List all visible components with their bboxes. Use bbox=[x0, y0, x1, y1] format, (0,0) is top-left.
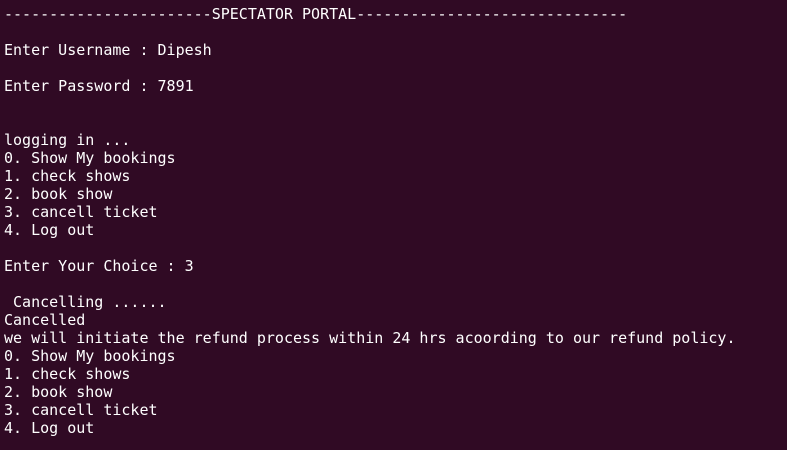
menu-option-book-show: 2. book show bbox=[4, 185, 113, 203]
menu-option-show-bookings: 0. Show My bookings bbox=[4, 149, 176, 167]
login-status: logging in ... bbox=[4, 131, 131, 149]
portal-header: -----------------------SPECTATOR PORTAL-… bbox=[4, 5, 628, 23]
menu-option-book-show-2: 2. book show bbox=[4, 383, 113, 401]
menu-option-cancel-ticket-2: 3. cancell ticket bbox=[4, 401, 158, 419]
cancelled-status: Cancelled bbox=[4, 311, 86, 329]
refund-message: we will initiate the refund process with… bbox=[4, 329, 736, 347]
username-prompt: Enter Username : Dipesh bbox=[4, 41, 212, 59]
menu-option-log-out: 4. Log out bbox=[4, 221, 95, 239]
password-prompt: Enter Password : 7891 bbox=[4, 77, 194, 95]
terminal-window[interactable]: -----------------------SPECTATOR PORTAL-… bbox=[0, 0, 787, 450]
menu-option-log-out-2: 4. Log out bbox=[4, 419, 95, 437]
choice-prompt: Enter Your Choice : 3 bbox=[4, 257, 194, 275]
menu-option-cancel-ticket: 3. cancell ticket bbox=[4, 203, 158, 221]
menu-option-check-shows: 1. check shows bbox=[4, 167, 131, 185]
menu-option-show-bookings-2: 0. Show My bookings bbox=[4, 347, 176, 365]
menu-option-check-shows-2: 1. check shows bbox=[4, 365, 131, 383]
cancelling-status: Cancelling ...... bbox=[4, 293, 167, 311]
